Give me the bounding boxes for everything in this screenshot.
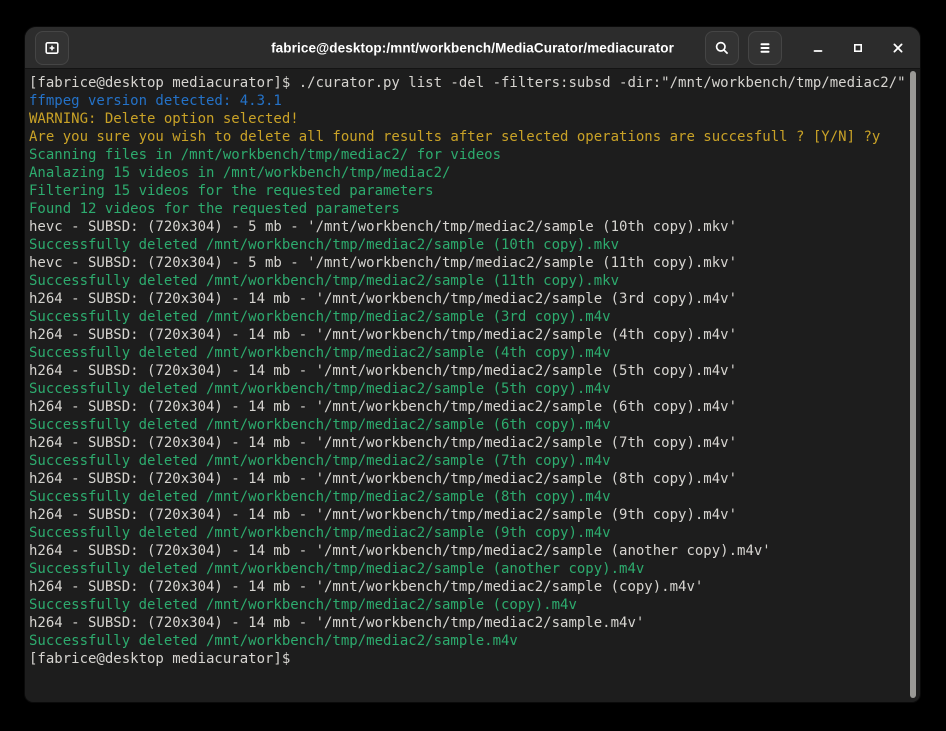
- terminal-line: Successfully deleted /mnt/workbench/tmp/…: [29, 596, 906, 614]
- terminal-line: Successfully deleted /mnt/workbench/tmp/…: [29, 308, 906, 326]
- close-icon: [890, 40, 906, 56]
- terminal-window: fabrice@desktop:/mnt/workbench/MediaCura…: [24, 26, 921, 703]
- hamburger-menu-icon: [757, 40, 773, 56]
- terminal-line: Scanning files in /mnt/workbench/tmp/med…: [29, 146, 906, 164]
- terminal-line: h264 - SUBSD: (720x304) - 14 mb - '/mnt/…: [29, 578, 906, 596]
- terminal-line: Successfully deleted /mnt/workbench/tmp/…: [29, 272, 906, 290]
- minimize-button[interactable]: [805, 35, 830, 60]
- maximize-button[interactable]: [845, 35, 870, 60]
- terminal-line: h264 - SUBSD: (720x304) - 14 mb - '/mnt/…: [29, 542, 906, 560]
- terminal-line: Successfully deleted /mnt/workbench/tmp/…: [29, 236, 906, 254]
- terminal-line: h264 - SUBSD: (720x304) - 14 mb - '/mnt/…: [29, 506, 906, 524]
- terminal-line: h264 - SUBSD: (720x304) - 14 mb - '/mnt/…: [29, 470, 906, 488]
- terminal-line: Successfully deleted /mnt/workbench/tmp/…: [29, 380, 906, 398]
- terminal-line: Successfully deleted /mnt/workbench/tmp/…: [29, 560, 906, 578]
- terminal-line: h264 - SUBSD: (720x304) - 14 mb - '/mnt/…: [29, 434, 906, 452]
- new-tab-button[interactable]: [35, 31, 69, 65]
- minimize-icon: [810, 40, 826, 56]
- terminal-line: Are you sure you wish to delete all foun…: [29, 128, 906, 146]
- close-button[interactable]: [885, 35, 910, 60]
- terminal-line: Successfully deleted /mnt/workbench/tmp/…: [29, 488, 906, 506]
- terminal-line: WARNING: Delete option selected!: [29, 110, 906, 128]
- terminal-line: Filtering 15 videos for the requested pa…: [29, 182, 906, 200]
- terminal-line: Successfully deleted /mnt/workbench/tmp/…: [29, 632, 906, 650]
- terminal-line: [fabrice@desktop mediacurator]$: [29, 650, 906, 668]
- terminal-line: Successfully deleted /mnt/workbench/tmp/…: [29, 416, 906, 434]
- menu-button[interactable]: [748, 31, 782, 65]
- titlebar-right: [705, 31, 910, 65]
- titlebar[interactable]: fabrice@desktop:/mnt/workbench/MediaCura…: [25, 27, 920, 69]
- window-title: fabrice@desktop:/mnt/workbench/MediaCura…: [271, 40, 674, 55]
- window-controls: [805, 35, 910, 60]
- terminal-output: [fabrice@desktop mediacurator]$ ./curato…: [29, 74, 906, 668]
- terminal-line: Successfully deleted /mnt/workbench/tmp/…: [29, 452, 906, 470]
- search-button[interactable]: [705, 31, 739, 65]
- terminal-line: Successfully deleted /mnt/workbench/tmp/…: [29, 344, 906, 362]
- terminal-content-area[interactable]: [fabrice@desktop mediacurator]$ ./curato…: [25, 69, 920, 702]
- terminal-line: Found 12 videos for the requested parame…: [29, 200, 906, 218]
- terminal-line: hevc - SUBSD: (720x304) - 5 mb - '/mnt/w…: [29, 218, 906, 236]
- terminal-line: h264 - SUBSD: (720x304) - 14 mb - '/mnt/…: [29, 290, 906, 308]
- terminal-line: hevc - SUBSD: (720x304) - 5 mb - '/mnt/w…: [29, 254, 906, 272]
- search-icon: [714, 40, 730, 56]
- terminal-line: h264 - SUBSD: (720x304) - 14 mb - '/mnt/…: [29, 398, 906, 416]
- terminal-line: h264 - SUBSD: (720x304) - 14 mb - '/mnt/…: [29, 362, 906, 380]
- new-tab-icon: [44, 40, 60, 56]
- terminal-line: Successfully deleted /mnt/workbench/tmp/…: [29, 524, 906, 542]
- terminal-line: h264 - SUBSD: (720x304) - 14 mb - '/mnt/…: [29, 614, 906, 632]
- terminal-line: h264 - SUBSD: (720x304) - 14 mb - '/mnt/…: [29, 326, 906, 344]
- terminal-line: [fabrice@desktop mediacurator]$ ./curato…: [29, 74, 906, 92]
- terminal-line: Analazing 15 videos in /mnt/workbench/tm…: [29, 164, 906, 182]
- scrollbar-thumb[interactable]: [910, 71, 916, 698]
- maximize-icon: [850, 40, 866, 56]
- terminal-line: ffmpeg version detected: 4.3.1: [29, 92, 906, 110]
